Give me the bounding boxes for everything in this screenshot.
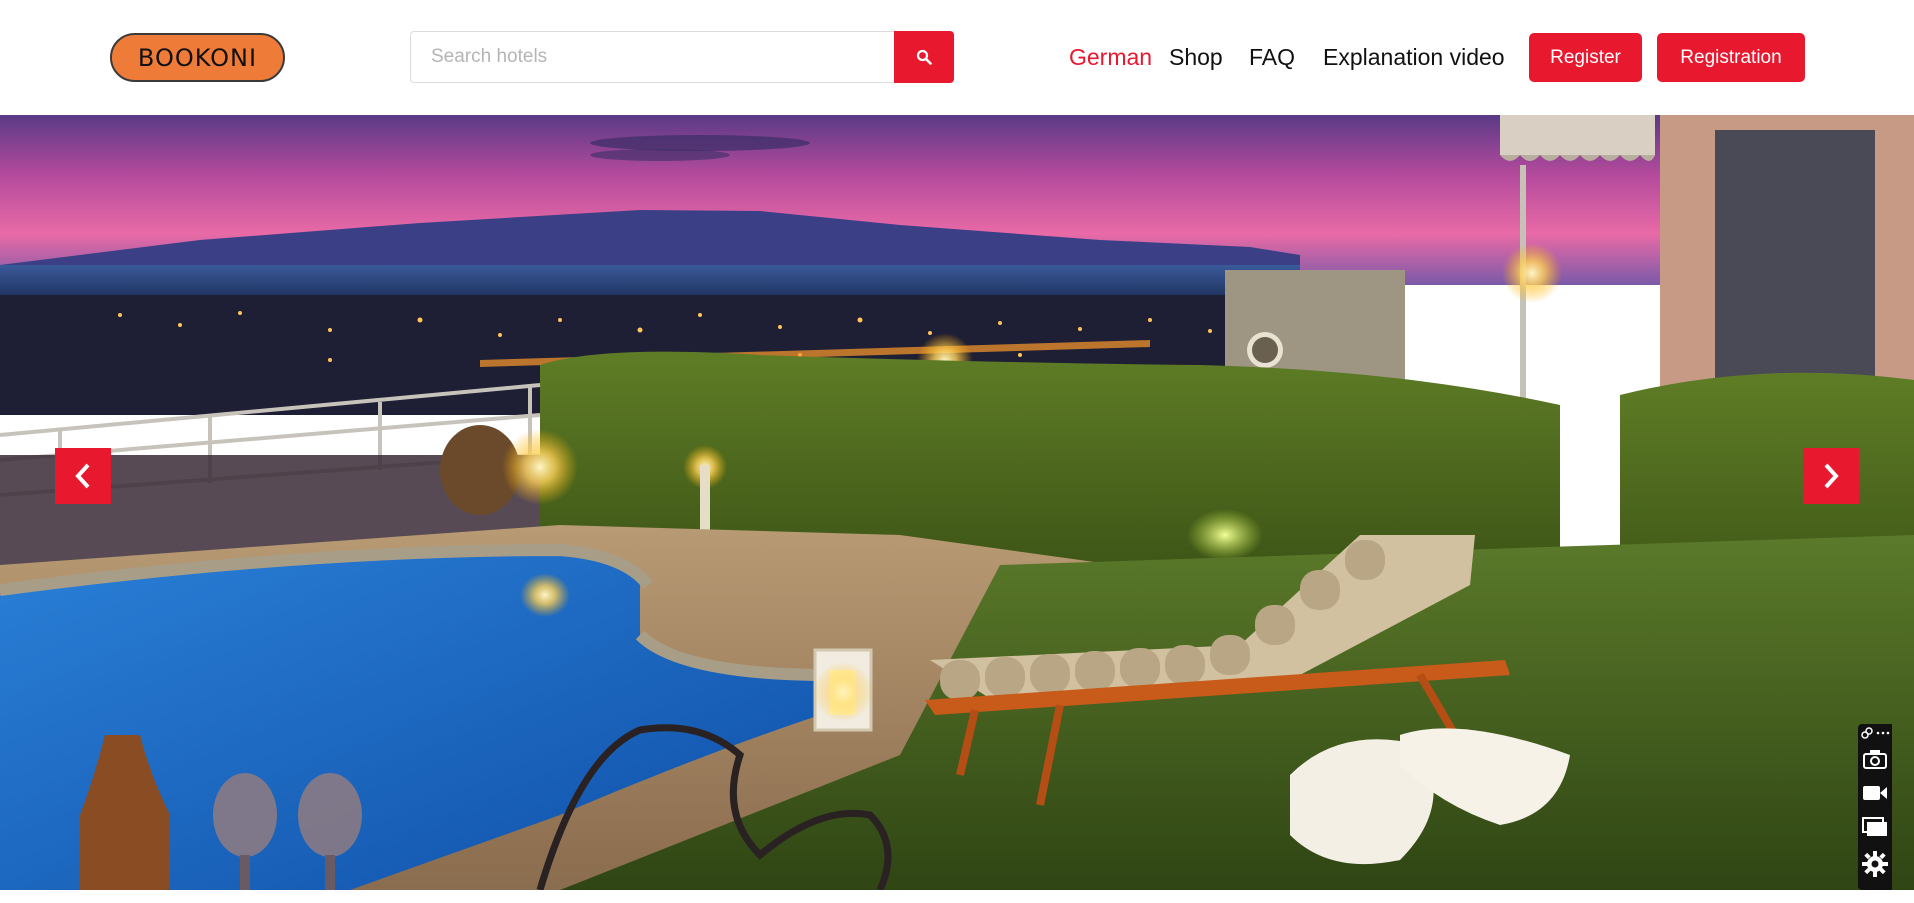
media-toolbar — [1858, 724, 1892, 890]
more-icon — [1876, 731, 1889, 735]
window-button[interactable] — [1858, 810, 1892, 844]
nav-faq[interactable]: FAQ — [1249, 44, 1295, 71]
chevron-right-icon — [1824, 463, 1839, 489]
registration-button[interactable]: Registration — [1657, 33, 1805, 82]
slider-next-button[interactable] — [1803, 448, 1859, 504]
search-bar — [410, 31, 954, 83]
search-icon — [916, 49, 932, 65]
slider-prev-button[interactable] — [55, 448, 111, 504]
nav-language-german[interactable]: German — [1069, 44, 1152, 71]
settings-icon — [1862, 851, 1888, 877]
site-header: BOOKONI German Shop FAQ Explanation vide… — [0, 0, 1914, 115]
search-input[interactable] — [410, 31, 894, 83]
search-button[interactable] — [894, 31, 954, 83]
window-icon — [1862, 817, 1887, 836]
nav-shop[interactable]: Shop — [1169, 44, 1223, 71]
video-icon — [1863, 786, 1887, 800]
camera-icon — [1863, 750, 1887, 769]
hero-slider — [0, 115, 1914, 890]
register-button[interactable]: Register — [1529, 33, 1642, 82]
link-icon — [1860, 727, 1873, 739]
chevron-left-icon — [75, 463, 90, 489]
record-video-button[interactable] — [1858, 776, 1892, 810]
toolbar-top[interactable] — [1858, 724, 1892, 742]
bookoni-logo[interactable]: BOOKONI — [110, 33, 285, 82]
page-bottom-strip — [0, 890, 1914, 903]
hero-image — [0, 115, 1914, 890]
nav-explanation-video[interactable]: Explanation video — [1323, 44, 1505, 71]
settings-button[interactable] — [1858, 844, 1892, 884]
screenshot-button[interactable] — [1858, 742, 1892, 776]
